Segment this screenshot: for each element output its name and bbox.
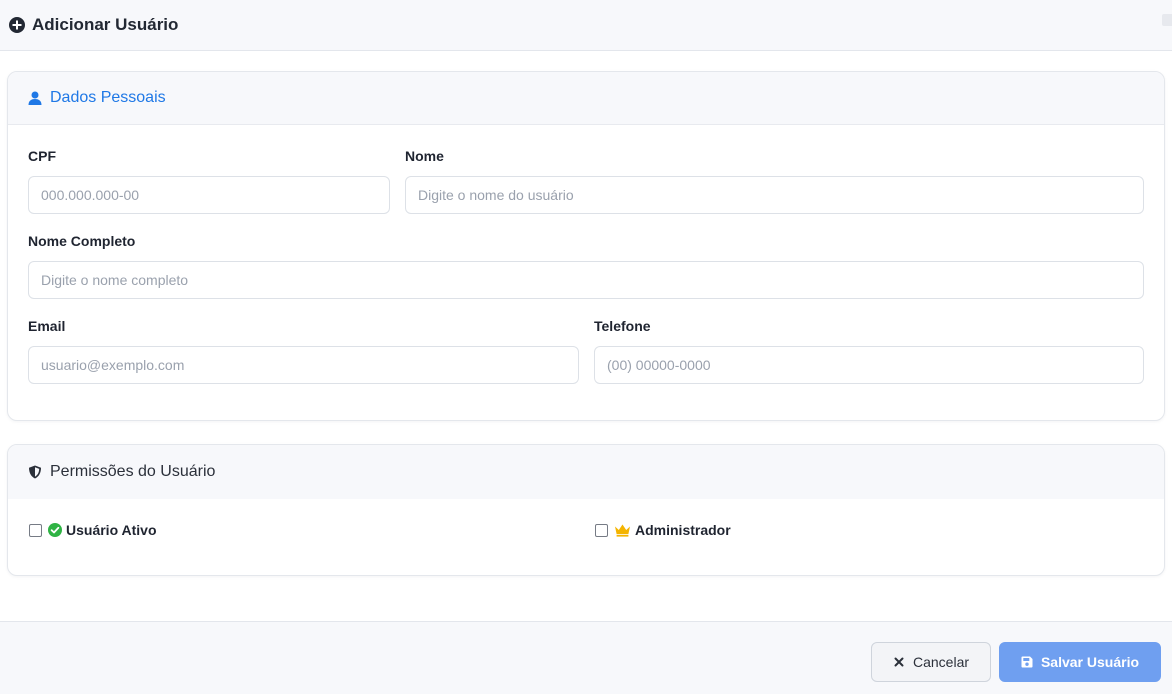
telefone-label: Telefone [594, 318, 651, 334]
admin-checkbox[interactable] [595, 523, 608, 537]
modal-title: Adicionar Usuário [32, 15, 179, 34]
personal-data-card: Dados Pessoais CPF Nome Nome Completo Em… [7, 71, 1165, 421]
plus-circle-icon [9, 17, 25, 33]
permissions-card: Permissões do Usuário Usuário Ativo Admi… [7, 444, 1165, 576]
email-label: Email [28, 318, 66, 334]
modal-footer: Cancelar Salvar Usuário [0, 621, 1172, 694]
active-user-checkbox[interactable] [29, 523, 42, 537]
nome-input[interactable] [405, 176, 1144, 214]
shield-icon [28, 465, 42, 479]
check-circle-icon [48, 523, 62, 537]
save-user-button[interactable]: Salvar Usuário [999, 642, 1161, 682]
admin-option[interactable]: Administrador [595, 521, 731, 539]
cpf-label: CPF [28, 148, 56, 164]
save-label: Salvar Usuário [1040, 654, 1140, 670]
nome-completo-input[interactable] [28, 261, 1144, 299]
user-icon [28, 91, 42, 105]
crown-icon [614, 523, 631, 537]
admin-label: Administrador [635, 522, 731, 538]
modal-header: Adicionar Usuário [0, 0, 1172, 51]
add-user-modal: Adicionar Usuário Dados Pessoais CPF Nom… [0, 0, 1172, 694]
telefone-input[interactable] [594, 346, 1144, 384]
cancel-label: Cancelar [912, 654, 970, 670]
nome-label: Nome [405, 148, 444, 164]
permissions-title: Permissões do Usuário [50, 463, 216, 480]
nome-completo-label: Nome Completo [28, 233, 136, 249]
cpf-input[interactable] [28, 176, 390, 214]
active-user-label: Usuário Ativo [66, 522, 157, 538]
email-input[interactable] [28, 346, 579, 384]
permissions-header: Permissões do Usuário [8, 445, 1164, 499]
save-icon [1021, 656, 1033, 668]
close-icon [893, 656, 905, 668]
active-user-option[interactable]: Usuário Ativo [29, 521, 157, 539]
close-button[interactable] [1162, 14, 1172, 26]
personal-data-title: Dados Pessoais [50, 89, 166, 106]
cancel-button[interactable]: Cancelar [871, 642, 991, 682]
personal-data-header: Dados Pessoais [8, 72, 1164, 125]
